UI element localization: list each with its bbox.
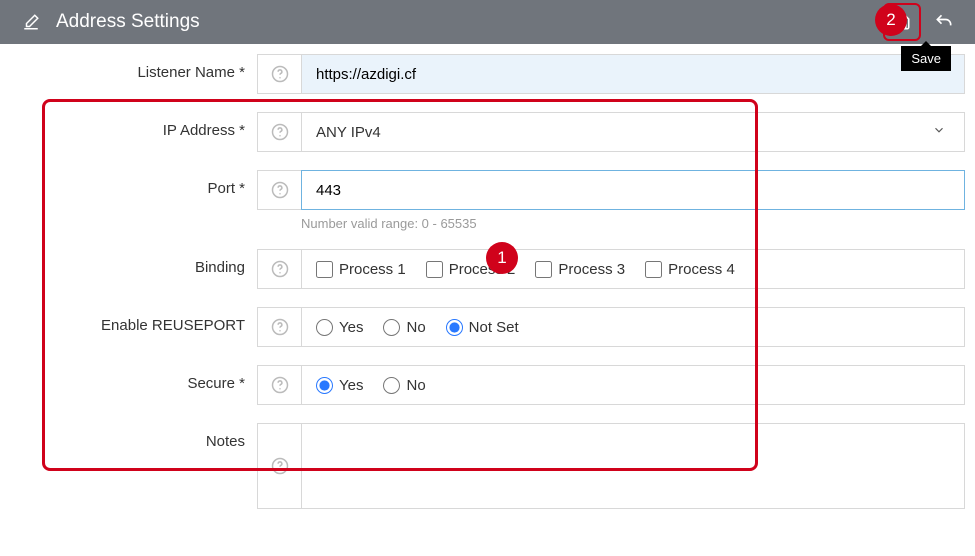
label-binding: Binding (10, 249, 257, 276)
row-listener-name: Listener Name * (10, 54, 965, 94)
binding-process-2-checkbox[interactable] (426, 261, 443, 278)
row-binding: Binding Process 1 Process 2 (10, 249, 965, 289)
port-hint: Number valid range: 0 - 65535 (10, 216, 965, 231)
edit-icon (16, 7, 46, 37)
binding-process-4-checkbox[interactable] (645, 261, 662, 278)
label-ip-address: IP Address * (10, 112, 257, 139)
help-icon[interactable] (257, 307, 301, 347)
form-body: 1 Listener Name * IP Address * (0, 44, 975, 518)
binding-group: Process 1 Process 2 Process 3 Proce (301, 249, 965, 289)
label-secure: Secure * (10, 365, 257, 392)
label-notes: Notes (10, 423, 257, 450)
binding-process-1-label: Process 1 (339, 261, 406, 278)
binding-process-3-label: Process 3 (558, 261, 625, 278)
undo-button[interactable] (929, 7, 959, 37)
binding-process-2[interactable]: Process 2 (426, 261, 516, 278)
row-port: Port * (10, 170, 965, 210)
reuseport-notset-radio[interactable] (446, 319, 463, 336)
address-settings-panel: 2 Address Settings Save 1 Listener Name … (0, 0, 975, 518)
row-secure: Secure * Yes No (10, 365, 965, 405)
help-icon[interactable] (257, 112, 301, 152)
label-reuseport: Enable REUSEPORT (10, 307, 257, 334)
listener-name-input-wrap (301, 54, 965, 94)
row-reuseport: Enable REUSEPORT Yes No (10, 307, 965, 347)
secure-yes-radio[interactable] (316, 377, 333, 394)
binding-process-3-checkbox[interactable] (535, 261, 552, 278)
reuseport-yes[interactable]: Yes (316, 319, 363, 336)
secure-yes-label: Yes (339, 377, 363, 394)
listener-name-input[interactable] (316, 66, 950, 83)
secure-yes[interactable]: Yes (316, 377, 363, 394)
reuseport-yes-radio[interactable] (316, 319, 333, 336)
row-notes: Notes (10, 423, 965, 509)
binding-process-4-label: Process 4 (668, 261, 735, 278)
port-input[interactable] (316, 182, 950, 199)
save-button[interactable] (887, 7, 917, 37)
label-port: Port * (10, 170, 257, 197)
secure-group: Yes No (301, 365, 965, 405)
help-icon[interactable] (257, 170, 301, 210)
binding-process-1-checkbox[interactable] (316, 261, 333, 278)
secure-no-label: No (406, 377, 425, 394)
binding-process-4[interactable]: Process 4 (645, 261, 735, 278)
binding-process-2-label: Process 2 (449, 261, 516, 278)
binding-process-1[interactable]: Process 1 (316, 261, 406, 278)
reuseport-group: Yes No Not Set (301, 307, 965, 347)
row-ip-address: IP Address * ANY IPv4 (10, 112, 965, 152)
panel-title: Address Settings (56, 11, 200, 33)
binding-process-3[interactable]: Process 3 (535, 261, 625, 278)
secure-no[interactable]: No (383, 377, 425, 394)
ip-address-select-wrap: ANY IPv4 (301, 112, 965, 152)
panel-header: Address Settings Save (0, 0, 975, 44)
reuseport-notset-label: Not Set (469, 319, 519, 336)
reuseport-no-label: No (406, 319, 425, 336)
reuseport-notset[interactable]: Not Set (446, 319, 519, 336)
port-input-wrap (301, 170, 965, 210)
reuseport-no[interactable]: No (383, 319, 425, 336)
save-tooltip: Save (901, 46, 951, 71)
ip-address-select[interactable]: ANY IPv4 (316, 124, 950, 141)
secure-no-radio[interactable] (383, 377, 400, 394)
help-icon[interactable] (257, 54, 301, 94)
label-listener-name: Listener Name * (10, 54, 257, 81)
reuseport-yes-label: Yes (339, 319, 363, 336)
help-icon[interactable] (257, 365, 301, 405)
help-icon[interactable] (257, 249, 301, 289)
notes-textarea[interactable] (308, 430, 958, 502)
reuseport-no-radio[interactable] (383, 319, 400, 336)
notes-wrap (301, 423, 965, 509)
help-icon[interactable] (257, 423, 301, 509)
